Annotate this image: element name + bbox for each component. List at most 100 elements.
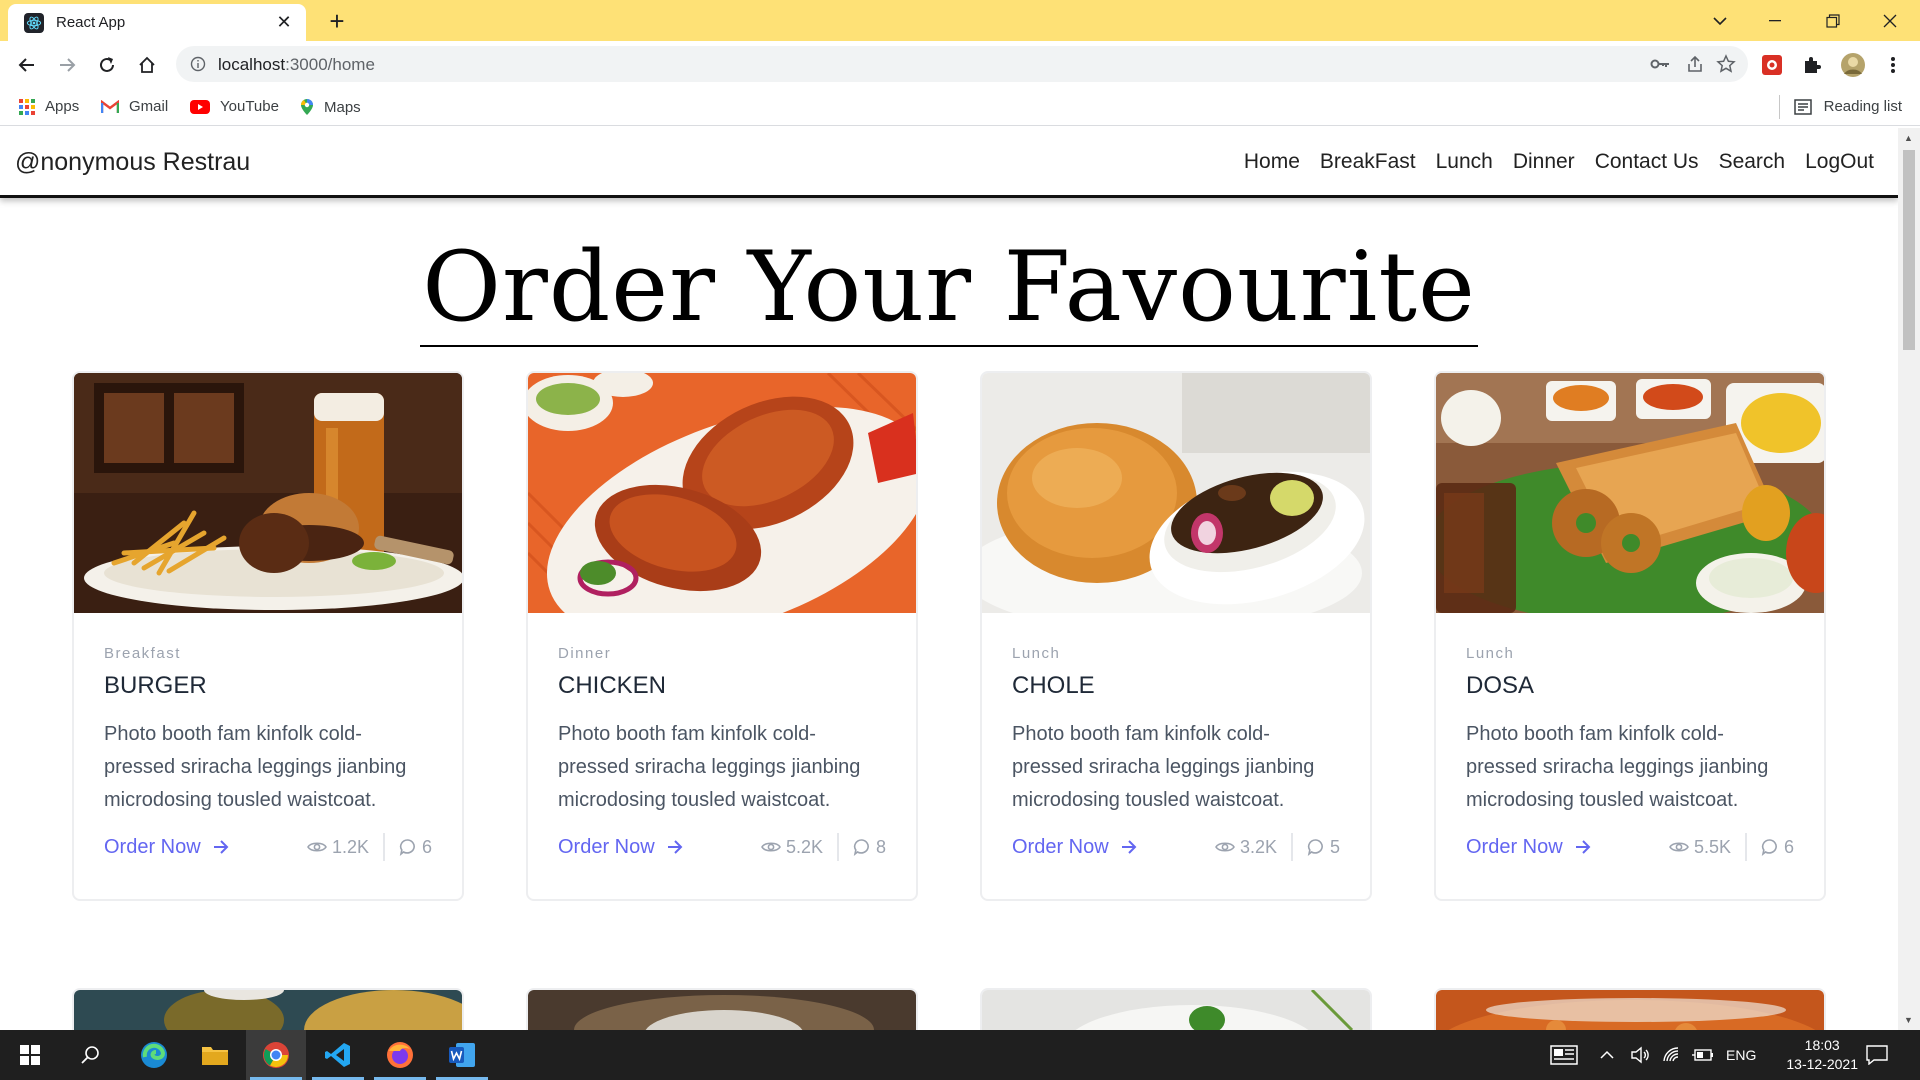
profile-avatar[interactable]	[1838, 50, 1868, 80]
bookmark-label: Maps	[324, 98, 361, 116]
card-body: Lunch CHOLE Photo booth fam kinfolk cold…	[982, 613, 1370, 891]
card-body: Breakfast BURGER Photo booth fam kinfolk…	[74, 613, 462, 891]
bookmark-maps[interactable]: Maps	[300, 98, 361, 116]
page-scrollbar[interactable]: ▲ ▼	[1898, 128, 1920, 1030]
order-now-label: Order Now	[558, 835, 655, 858]
bookmark-youtube[interactable]: YouTube	[190, 98, 279, 115]
food-card: Breakfast BURGER Photo booth fam kinfolk…	[72, 371, 464, 901]
site-menu: Home BreakFast Lunch Dinner Contact Us S…	[1244, 150, 1874, 174]
show-hidden-icons-chevron[interactable]	[1600, 1030, 1614, 1080]
minimize-button[interactable]	[1745, 0, 1805, 41]
order-now-link[interactable]: Order Now	[1466, 836, 1591, 859]
stats-divider	[836, 833, 839, 861]
comments-count: 8	[875, 836, 886, 857]
notifications-icon[interactable]	[1866, 1030, 1888, 1080]
forward-arrow-icon[interactable]	[52, 50, 82, 80]
site-brand[interactable]: @nonymous Restrau	[15, 148, 250, 177]
nav-lunch[interactable]: Lunch	[1436, 150, 1493, 174]
more-menu-icon[interactable]	[1878, 50, 1908, 80]
volume-icon[interactable]	[1630, 1030, 1650, 1080]
reload-icon[interactable]	[92, 50, 122, 80]
bookmark-gmail[interactable]: Gmail	[101, 98, 168, 115]
key-icon[interactable]	[1650, 55, 1670, 78]
firefox-icon[interactable]	[370, 1030, 430, 1080]
nav-home[interactable]: Home	[1244, 150, 1300, 174]
stats-divider	[1290, 833, 1293, 861]
extension-red-icon[interactable]	[1757, 50, 1787, 80]
order-now-link[interactable]: Order Now	[558, 836, 683, 859]
apps-grid-icon	[19, 98, 35, 115]
language-indicator[interactable]: ENG	[1726, 1030, 1756, 1080]
comment-icon	[1307, 839, 1323, 856]
tab-search-chevron-icon[interactable]	[1690, 0, 1750, 41]
comments-count: 5	[1329, 836, 1340, 857]
extensions-puzzle-icon[interactable]	[1797, 50, 1827, 80]
order-now-link[interactable]: Order Now	[104, 836, 229, 859]
bookmark-apps[interactable]: Apps	[19, 98, 79, 115]
comments-count: 6	[1783, 836, 1794, 857]
close-window-button[interactable]	[1860, 0, 1920, 41]
search-icon[interactable]	[60, 1030, 120, 1080]
arrow-right-icon	[1121, 840, 1137, 854]
food-card-partial	[980, 988, 1372, 1030]
system-clock[interactable]: 18:03 13-12-2021	[1786, 1036, 1858, 1074]
tab-close-icon[interactable]: ✕	[274, 12, 294, 33]
scroll-up-arrow-icon[interactable]: ▲	[1904, 133, 1913, 143]
food-card: Dinner CHICKEN Photo booth fam kinfolk c…	[526, 371, 918, 901]
battery-icon[interactable]	[1692, 1030, 1714, 1080]
bookmark-label: Apps	[45, 98, 80, 115]
restore-button[interactable]	[1803, 0, 1863, 41]
order-now-label: Order Now	[1012, 835, 1109, 858]
bookmark-star-icon[interactable]	[1716, 54, 1736, 79]
food-card: Lunch DOSA Photo booth fam kinfolk cold-…	[1434, 371, 1826, 901]
nav-search[interactable]: Search	[1719, 150, 1786, 174]
food-card-partial	[72, 988, 464, 1030]
views-count: 5.2K	[785, 836, 823, 857]
card-description: Photo booth fam kinfolk cold-pressed sri…	[104, 723, 407, 811]
burger-image	[74, 373, 462, 613]
home-icon[interactable]	[132, 50, 162, 80]
tab-react-app[interactable]: React App ✕	[8, 4, 306, 41]
clock-date: 13-12-2021	[1786, 1056, 1858, 1072]
nav-dinner[interactable]: Dinner	[1513, 150, 1575, 174]
scroll-down-arrow-icon[interactable]: ▼	[1904, 1015, 1913, 1025]
url-path: :3000/home	[285, 55, 375, 74]
clock-time: 18:03	[1804, 1037, 1840, 1053]
views-stat: 1.2K	[307, 837, 369, 858]
bookmark-label: YouTube	[220, 98, 279, 115]
nav-contact-us[interactable]: Contact Us	[1595, 150, 1699, 174]
card-stats: 1.2K 6	[307, 833, 432, 861]
reading-list-button[interactable]: Reading list	[1793, 98, 1902, 115]
edge-icon[interactable]	[124, 1030, 184, 1080]
wifi-icon[interactable]	[1662, 1030, 1682, 1080]
views-stat: 5.2K	[761, 837, 823, 858]
vscode-icon[interactable]	[308, 1030, 368, 1080]
site-info-icon[interactable]	[190, 56, 206, 77]
order-now-link[interactable]: Order Now	[1012, 836, 1137, 859]
bookmarks-bar: Apps Gmail YouTube Maps Reading list	[0, 89, 1920, 126]
news-widget-icon[interactable]	[1550, 1030, 1578, 1080]
card-category: Lunch	[1012, 645, 1061, 662]
new-tab-button[interactable]: +	[322, 7, 352, 35]
chrome-taskbar-icon[interactable]	[246, 1030, 306, 1080]
share-icon[interactable]	[1686, 55, 1704, 78]
chole-image	[982, 373, 1370, 613]
file-explorer-icon[interactable]	[185, 1030, 245, 1080]
nav-logout[interactable]: LogOut	[1805, 150, 1874, 174]
address-bar[interactable]: localhost:3000/home	[176, 46, 1748, 82]
card-category: Dinner	[558, 645, 612, 662]
card-description: Photo booth fam kinfolk cold-pressed sri…	[558, 723, 861, 811]
card-description: Photo booth fam kinfolk cold-pressed sri…	[1012, 723, 1315, 811]
word-icon[interactable]	[432, 1030, 492, 1080]
windows-taskbar: ENG 18:03 13-12-2021	[0, 1030, 1920, 1080]
card-footer: Order Now 5.2K 8	[558, 833, 886, 861]
windows-start-icon[interactable]	[0, 1030, 60, 1080]
eye-icon	[1215, 842, 1235, 852]
back-arrow-icon[interactable]	[12, 50, 42, 80]
dosa-image	[1436, 373, 1824, 613]
card-footer: Order Now 1.2K 6	[104, 833, 432, 861]
card-title: CHICKEN	[558, 672, 667, 699]
scrollbar-thumb[interactable]	[1903, 150, 1915, 350]
comment-icon	[399, 839, 415, 856]
nav-breakfast[interactable]: BreakFast	[1320, 150, 1416, 174]
